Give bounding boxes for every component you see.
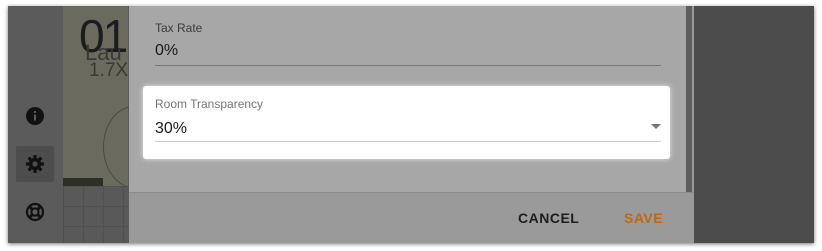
tax-rate-label: Tax Rate (155, 21, 203, 35)
room-scale: 1.7X (89, 60, 129, 81)
room-transparency-select[interactable]: 30% (155, 120, 187, 138)
floorplan-canvas: 01 Lau 1.7X (63, 6, 165, 188)
gear-icon (26, 155, 44, 173)
screenshot-frame: 01 Lau 1.7X Tax Rate 0% Room Transparenc… (8, 6, 814, 243)
left-rail (8, 6, 63, 243)
save-button[interactable]: SAVE (624, 210, 663, 226)
tax-rate-input[interactable]: 0% (155, 42, 178, 60)
dialog-content: Tax Rate 0% Room Transparency 30% (129, 6, 688, 192)
floorplan-grid (63, 186, 128, 243)
room-transparency-label: Room Transparency (155, 97, 264, 111)
tax-rate-underline (155, 65, 661, 66)
room-transparency-field[interactable]: Room Transparency 30% (143, 86, 670, 159)
help-button[interactable] (16, 194, 54, 230)
room-transparency-underline (155, 141, 661, 142)
floorplan-wall (63, 178, 103, 186)
info-button[interactable] (16, 98, 54, 134)
dialog-actions: CANCEL SAVE (129, 192, 694, 243)
settings-dialog: Tax Rate 0% Room Transparency 30% CANCEL… (129, 6, 694, 243)
dialog-scrollbar[interactable] (686, 6, 692, 192)
cancel-button[interactable]: CANCEL (518, 210, 579, 226)
background-panel (694, 6, 814, 243)
info-icon (26, 107, 44, 125)
settings-button[interactable] (16, 146, 54, 182)
chevron-down-icon[interactable] (651, 124, 661, 129)
lifebuoy-icon (25, 202, 45, 222)
